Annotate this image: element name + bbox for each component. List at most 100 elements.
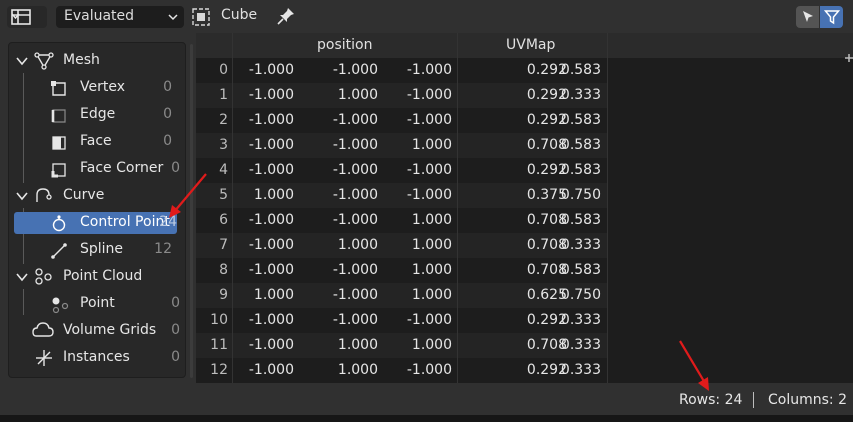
tree-item-label: Volume Grids bbox=[63, 322, 157, 338]
table-cell: -1.000 bbox=[248, 162, 294, 178]
table-cell: 0.583 bbox=[560, 62, 601, 78]
column-divider bbox=[232, 33, 233, 383]
tree-item-vertex[interactable]: Vertex 0 bbox=[14, 77, 184, 99]
table-cell: 0.583 bbox=[560, 112, 601, 128]
tree-item-control-point[interactable]: Control Point 24 bbox=[14, 212, 184, 234]
table-cell: -1.000 bbox=[332, 187, 378, 203]
object-icon bbox=[192, 8, 210, 26]
table-cell: -1.000 bbox=[248, 112, 294, 128]
tree-group-mesh[interactable]: Mesh bbox=[14, 50, 184, 72]
tree-item-count: 0 bbox=[171, 295, 180, 311]
table-cell: -1.000 bbox=[406, 312, 452, 328]
table-cell: 1.000 bbox=[411, 212, 452, 228]
table-cell: 1.000 bbox=[411, 262, 452, 278]
spline-icon bbox=[51, 243, 67, 259]
curve-icon bbox=[36, 188, 52, 202]
tree-item-face[interactable]: Face 0 bbox=[14, 131, 184, 153]
table-cell: 1.000 bbox=[337, 362, 378, 378]
table-row: 6 -1.000 -1.000 1.000 0.708 0.583 bbox=[196, 208, 608, 233]
column-divider bbox=[607, 33, 608, 383]
table-cell: -1.000 bbox=[332, 262, 378, 278]
table-cell: 1.000 bbox=[253, 187, 294, 203]
selected-only-toggle[interactable] bbox=[796, 6, 819, 28]
status-footer: Rows: 24 Columns: 2 bbox=[0, 383, 853, 415]
panel-resize-handle[interactable] bbox=[190, 44, 193, 378]
tree-group-point-cloud[interactable]: Point Cloud bbox=[14, 266, 184, 288]
tree-item-count: 0 bbox=[171, 160, 180, 176]
table-cell: 0.333 bbox=[560, 237, 601, 253]
table-cell: -1.000 bbox=[332, 112, 378, 128]
tree-item-count: 24 bbox=[159, 214, 177, 230]
table-cell: -1.000 bbox=[406, 362, 452, 378]
row-index: 0 bbox=[219, 62, 228, 78]
tree-item-spline[interactable]: Spline 12 bbox=[14, 239, 184, 261]
table-cell: -1.000 bbox=[248, 62, 294, 78]
table-cell: -1.000 bbox=[406, 187, 452, 203]
column-header-position[interactable]: position bbox=[317, 37, 372, 53]
column-count-label: Columns: 2 bbox=[768, 392, 847, 408]
tree-item-point[interactable]: Point 0 bbox=[14, 293, 184, 315]
tree-item-label: Spline bbox=[80, 241, 124, 257]
table-row: 9 1.000 -1.000 1.000 0.625 0.750 bbox=[196, 283, 608, 308]
column-header-row: position UVMap bbox=[196, 33, 853, 58]
table-cell: -1.000 bbox=[248, 212, 294, 228]
table-cell: -1.000 bbox=[332, 162, 378, 178]
point-cloud-icon bbox=[35, 268, 52, 285]
tree-group-label: Mesh bbox=[63, 52, 100, 68]
object-name: Cube bbox=[221, 7, 258, 23]
table-cell: 1.000 bbox=[337, 87, 378, 103]
tree-group-label: Point Cloud bbox=[63, 268, 143, 284]
row-index: 12 bbox=[210, 362, 228, 378]
panel-expand-icon[interactable] bbox=[843, 52, 853, 64]
table-cell: -1.000 bbox=[332, 287, 378, 303]
row-index: 7 bbox=[219, 237, 228, 253]
tree-item-edge[interactable]: Edge 0 bbox=[14, 104, 184, 126]
table-cell: 1.000 bbox=[337, 237, 378, 253]
table-row: 10 -1.000 -1.000 -1.000 0.292 0.333 bbox=[196, 308, 608, 333]
table-cell: -1.000 bbox=[248, 262, 294, 278]
chevron-down-icon bbox=[16, 57, 28, 66]
instances-icon bbox=[36, 350, 52, 366]
edge-icon bbox=[51, 109, 66, 123]
table-cell: 0.333 bbox=[560, 362, 601, 378]
table-row: 12 -1.000 1.000 -1.000 0.292 0.333 bbox=[196, 358, 608, 383]
table-row: 7 -1.000 1.000 1.000 0.708 0.333 bbox=[196, 233, 608, 258]
table-row: 2 -1.000 -1.000 -1.000 0.292 0.583 bbox=[196, 108, 608, 133]
spreadsheet-table[interactable]: position UVMap 0 -1.000 -1.000 -1.000 0.292 0… bbox=[196, 33, 853, 383]
table-cell: 1.000 bbox=[337, 337, 378, 353]
tree-item-face-corner[interactable]: Face Corner 0 bbox=[14, 158, 184, 180]
tree-item-label: Face bbox=[80, 133, 112, 149]
tree-group-curve[interactable]: Curve bbox=[14, 185, 184, 207]
table-cell: -1.000 bbox=[406, 62, 452, 78]
table-cell: -1.000 bbox=[248, 362, 294, 378]
table-row: 1 -1.000 1.000 -1.000 0.292 0.333 bbox=[196, 83, 608, 108]
table-row: 11 -1.000 1.000 1.000 0.708 0.333 bbox=[196, 333, 608, 358]
editor-type-button[interactable] bbox=[7, 6, 47, 28]
volume-icon bbox=[32, 322, 54, 337]
vertex-icon bbox=[51, 81, 66, 96]
row-count-label: Rows: 24 bbox=[679, 392, 743, 408]
footer-divider bbox=[753, 392, 754, 408]
column-header-uvmap[interactable]: UVMap bbox=[506, 37, 555, 53]
table-cell: -1.000 bbox=[248, 312, 294, 328]
table-cell: 0.583 bbox=[560, 137, 601, 153]
bottom-border bbox=[0, 415, 853, 422]
tree-item-count: 0 bbox=[171, 322, 180, 338]
row-index: 4 bbox=[219, 162, 228, 178]
table-cell: 0.583 bbox=[560, 162, 601, 178]
control-point-icon bbox=[52, 215, 66, 232]
face-icon bbox=[52, 136, 66, 150]
tree-item-label: Vertex bbox=[80, 79, 126, 95]
evaluation-mode-dropdown[interactable]: Evaluated bbox=[56, 6, 184, 28]
table-cell: -1.000 bbox=[248, 87, 294, 103]
table-cell: -1.000 bbox=[406, 112, 452, 128]
pin-icon[interactable] bbox=[276, 6, 296, 26]
tree-item-volume-grids[interactable]: Volume Grids 0 bbox=[14, 320, 184, 342]
table-cell: 1.000 bbox=[411, 237, 452, 253]
row-index: 3 bbox=[219, 137, 228, 153]
tree-item-instances[interactable]: Instances 0 bbox=[14, 347, 184, 369]
filter-toggle[interactable] bbox=[820, 6, 843, 28]
point-icon bbox=[52, 297, 69, 314]
cursor-arrow-icon bbox=[803, 11, 813, 22]
row-index: 1 bbox=[219, 87, 228, 103]
